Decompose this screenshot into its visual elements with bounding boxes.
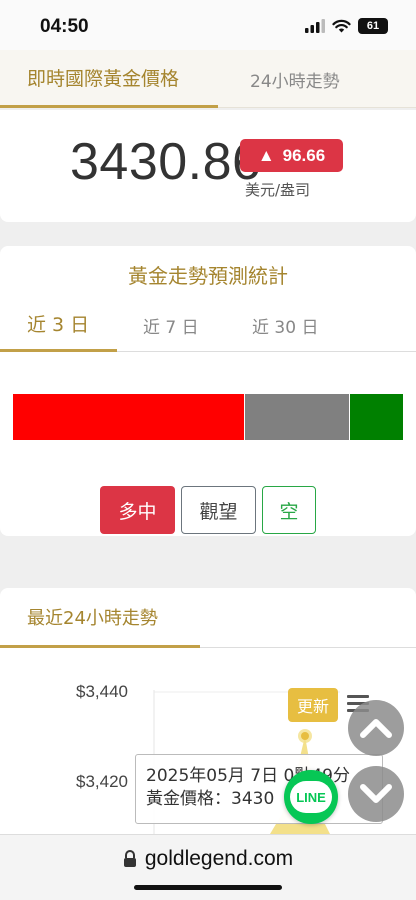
y-axis-label-3440: $3,440 xyxy=(76,682,128,701)
y-axis-label-3420: $3,420 xyxy=(76,772,128,791)
chevron-up-icon xyxy=(360,719,392,738)
browser-bottom-bar: goldlegend.com xyxy=(0,834,416,900)
tab-30-days[interactable]: 近 30 日 xyxy=(252,298,318,352)
price-change-value: 96.66 xyxy=(282,145,326,165)
tab-24h-trend[interactable]: 24小時走勢 xyxy=(250,50,340,108)
distribution-segment-多中 xyxy=(13,394,244,440)
tab-7-days[interactable]: 近 7 日 xyxy=(143,298,199,352)
bull-vote-button[interactable]: 多中 xyxy=(100,486,175,534)
wifi-icon xyxy=(332,19,351,33)
trend-title: 最近24小時走勢 xyxy=(0,588,200,648)
tooltip-price: 黃金價格：3430 xyxy=(146,789,275,809)
tab-realtime-price[interactable]: 即時國際黃金價格 xyxy=(0,50,218,108)
distribution-segment-觀望 xyxy=(245,394,349,440)
price-unit: 美元/盎司 xyxy=(245,181,311,199)
url-text: goldlegend.com xyxy=(144,847,294,870)
price-point xyxy=(301,732,309,740)
price-tabs: 即時國際黃金價格 24小時走勢 xyxy=(0,50,416,108)
chart-tooltip: 2025年05月 7日 0點49分 黃金價格：3430元 xyxy=(135,754,383,824)
line-icon: LINE xyxy=(290,781,332,813)
price-change-badge: ▲ 96.66 xyxy=(240,139,343,172)
status-bar: 04:50 61 xyxy=(0,0,416,52)
period-tabs: 近 3 日 近 7 日 近 30 日 xyxy=(0,298,416,352)
price-card: 3430.86 xyxy=(0,110,416,222)
scroll-up-button[interactable] xyxy=(348,700,404,756)
up-arrow-icon: ▲ xyxy=(257,145,275,165)
forecast-card: 黃金走勢預測統計 近 3 日 近 7 日 近 30 日 多中 觀望 空 xyxy=(0,246,416,536)
line-label: LINE xyxy=(296,789,326,805)
gold-price-value: 3430.86 xyxy=(70,133,262,191)
bear-vote-button[interactable]: 空 xyxy=(262,486,316,534)
watch-vote-button[interactable]: 觀望 xyxy=(181,486,256,534)
tooltip-time: 2025年05月 7日 0 xyxy=(146,766,295,786)
distribution-segment-空 xyxy=(350,394,403,440)
home-indicator xyxy=(134,885,282,890)
scroll-down-button[interactable] xyxy=(348,766,404,822)
address-bar[interactable]: goldlegend.com xyxy=(0,847,416,871)
signal-icon xyxy=(305,19,325,33)
status-time: 04:50 xyxy=(40,16,89,37)
lock-icon xyxy=(123,850,136,867)
update-button[interactable]: 更新 xyxy=(288,688,338,722)
chevron-down-icon xyxy=(360,784,392,803)
tab-3-days[interactable]: 近 3 日 xyxy=(0,298,117,352)
battery-icon: 61 xyxy=(358,18,388,34)
line-chat-button[interactable]: LINE xyxy=(284,770,338,824)
divider xyxy=(200,647,416,648)
battery-level: 61 xyxy=(366,20,380,32)
forecast-title: 黃金走勢預測統計 xyxy=(128,264,288,288)
forecast-distribution-bar xyxy=(13,394,403,440)
status-icons: 61 xyxy=(305,18,388,34)
